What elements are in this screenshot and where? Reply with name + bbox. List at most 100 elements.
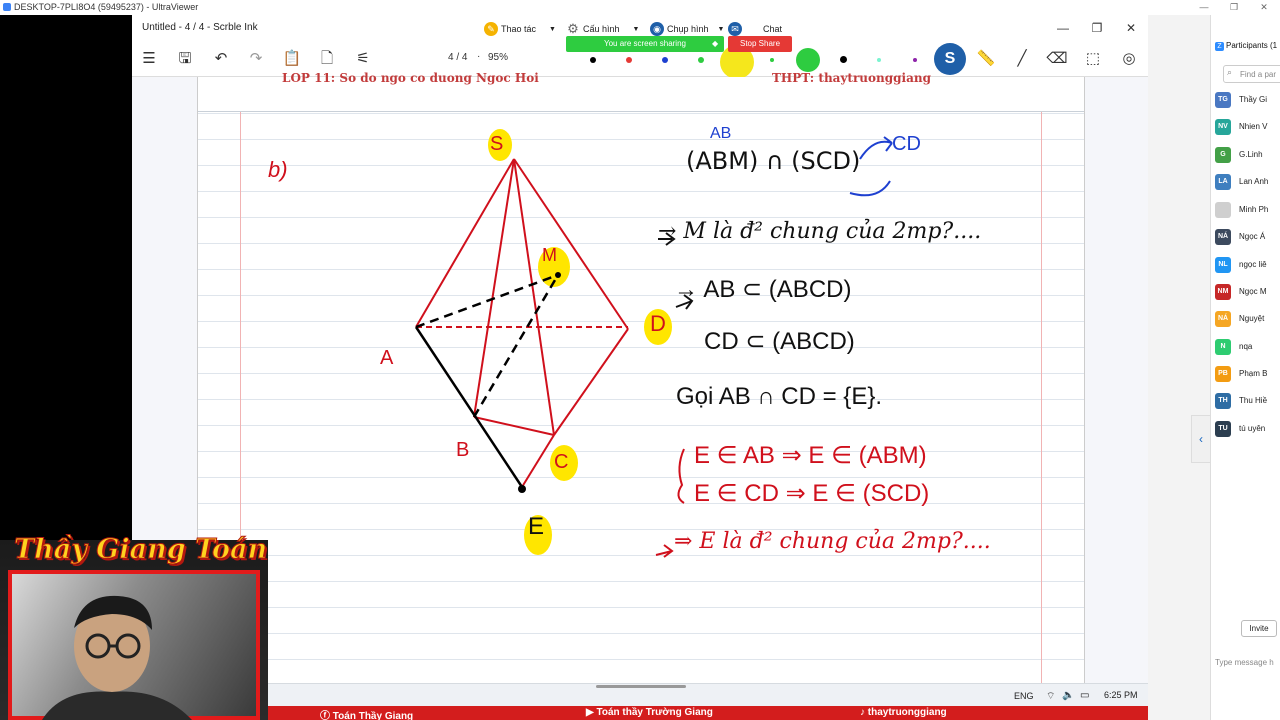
volume-icon[interactable]: 🔈	[1062, 690, 1074, 701]
whiteboard-canvas[interactable]: LOP 11: So do ngo co duong Ngoc Hoi THPT…	[197, 71, 1085, 695]
view-icon[interactable]: ◎	[1118, 48, 1140, 70]
note-line-2: → M là đ² chung của 2mp?....	[658, 219, 982, 244]
menu-thao-tac[interactable]: ✎ Thao tác ▼	[484, 19, 556, 39]
stop-share-button[interactable]: Stop Share	[728, 36, 792, 52]
youtube-label: Toán thầy Trường Giang	[596, 707, 713, 718]
new-page-icon[interactable]: 🗋	[316, 48, 338, 70]
select-area-icon[interactable]: ⬚	[1082, 48, 1104, 70]
wifi-icon[interactable]: ⌔	[1046, 690, 1055, 703]
channel-info-strip: ⓕ Toán Thầy Giang ▶ Toán thầy Trường Gia…	[268, 706, 1148, 720]
facebook-label: Toán Thầy Giang	[332, 711, 414, 720]
participant-name: Lan Anh	[1239, 177, 1269, 186]
part-label: b)	[268, 157, 288, 182]
vertex-D-label: D	[650, 311, 666, 336]
page-indicator: 4 / 4	[448, 52, 468, 63]
color-black-dot[interactable]	[590, 57, 596, 63]
color-red-dot[interactable]	[626, 57, 632, 63]
highlighter-green-dot[interactable]	[796, 48, 820, 72]
chat-icon: ✉	[728, 22, 742, 36]
participant-name: G.Linh	[1239, 150, 1263, 159]
color-purple-dot[interactable]	[913, 58, 917, 62]
remote-window-titlebar: DESKTOP-7PLI8O4 (59495237) - UltraViewer…	[0, 0, 1280, 15]
note-line-1: (ABM) ∩ (SCD)	[686, 147, 861, 175]
menu-label: Chụp hình	[667, 24, 709, 34]
collapse-panel-button[interactable]: ‹	[1191, 415, 1211, 463]
save-icon[interactable]: 🖫	[174, 48, 196, 70]
color-green-small-dot[interactable]	[770, 58, 774, 62]
vertex-M-label: M	[542, 245, 557, 265]
ruler-icon[interactable]: 📏	[975, 48, 997, 70]
participant-name: Nguyệt	[1239, 314, 1265, 323]
participant-name: Thu Hiề	[1239, 396, 1268, 405]
participant-name: Nhien V	[1239, 122, 1268, 131]
taskbar-handle	[596, 685, 686, 688]
remote-close-button[interactable]: ✕	[1250, 0, 1278, 15]
redo-icon[interactable]: ↷	[245, 48, 267, 70]
note-blue-right: CD	[892, 133, 921, 155]
participant-row[interactable]: PB Phạm B	[1215, 364, 1280, 384]
remote-maximize-button[interactable]: ❐	[1220, 0, 1248, 15]
maximize-button[interactable]: ❐	[1082, 18, 1112, 38]
language-indicator[interactable]: ENG	[1014, 691, 1034, 701]
participant-name: nqa	[1239, 342, 1253, 351]
chevron-down-icon: ▼	[632, 25, 640, 33]
participant-row[interactable]: NM Ngọc M	[1215, 282, 1280, 302]
battery-icon[interactable]: ▭	[1080, 690, 1089, 701]
note-line-3: → AB ⊂ (ABCD)	[674, 276, 852, 303]
participant-row[interactable]: NL ngọc liê	[1215, 255, 1280, 275]
eraser-icon[interactable]: ⌫	[1046, 48, 1068, 70]
menu-icon[interactable]: ☰	[138, 48, 160, 70]
participant-name: Phạm B	[1239, 369, 1268, 378]
participant-row[interactable]: Minh Ph	[1215, 200, 1280, 220]
participant-name: Ngọc M	[1239, 287, 1267, 296]
remote-minimize-button[interactable]: —	[1190, 0, 1218, 15]
board-header-left: LOP 11: So do ngo co duong Ngoc Hoi	[282, 71, 539, 85]
youtube-icon: ▶	[586, 707, 597, 718]
avatar: TH	[1215, 393, 1231, 409]
participant-row[interactable]: G G.Linh	[1215, 145, 1280, 165]
undo-icon[interactable]: ↶	[210, 48, 232, 70]
color-mint-dot[interactable]	[877, 58, 881, 62]
menu-label: Thao tác	[501, 24, 537, 34]
screen-share-label: You are screen sharing	[604, 39, 686, 48]
chat-message-input[interactable]: Type message h	[1215, 658, 1274, 667]
pencil-icon: ✎	[484, 22, 498, 36]
presenter-silhouette	[42, 595, 192, 720]
participants-title-text: Participants (1	[1226, 41, 1278, 50]
gear-icon: ⚙	[566, 21, 580, 36]
participant-row[interactable]: Nnqa	[1215, 337, 1280, 357]
avatar: NM	[1215, 284, 1231, 300]
youtube-link: ▶ Toán thầy Trường Giang	[586, 707, 713, 718]
participant-name: Minh Ph	[1239, 205, 1269, 214]
color-blue-dot[interactable]	[662, 57, 668, 63]
color-green-dot[interactable]	[698, 57, 704, 63]
participant-row[interactable]: TG Thầy Gi	[1215, 90, 1280, 110]
camera-icon: ◉	[650, 22, 664, 36]
tiktok-label: thaytruonggiang	[867, 707, 947, 718]
participant-row[interactable]: TH Thu Hiề	[1215, 391, 1280, 411]
paste-icon[interactable]: 📋	[281, 48, 303, 70]
zoom-level[interactable]: 95%	[488, 52, 508, 63]
shield-icon: ◆	[712, 39, 719, 48]
participants-title: Z Participants (1	[1215, 41, 1277, 51]
participant-row[interactable]: TU tú uyên	[1215, 419, 1280, 439]
participant-row[interactable]: LA Lan Anh	[1215, 172, 1280, 192]
screen-share-bar: You are screen sharing ◆ Stop Share	[566, 36, 792, 52]
line-tool-icon[interactable]: ╱	[1011, 48, 1033, 70]
facebook-link: ⓕ Toán Thầy Giang	[320, 707, 413, 720]
participant-row[interactable]: NÁ Nguyệt	[1215, 309, 1280, 329]
color-black-dot-2[interactable]	[840, 56, 847, 63]
participant-row[interactable]: NÁ Ngọc Á	[1215, 227, 1280, 247]
minimize-button[interactable]: —	[1048, 18, 1078, 38]
participant-row[interactable]: NV Nhien V	[1215, 117, 1280, 137]
vertex-S-label: S	[490, 133, 504, 155]
close-button[interactable]: ✕	[1116, 18, 1146, 38]
vertex-A-label: A	[380, 347, 394, 369]
search-icon: ⌕	[1227, 67, 1233, 77]
lasso-select-icon[interactable]: S	[934, 43, 966, 75]
note-line-8: ⇒ E là đ² chung của 2mp?....	[674, 529, 991, 554]
right-panel: ‹ Z Participants (1 Find a par ⌕ TG Thầy G…	[1148, 15, 1280, 720]
invite-button[interactable]: Invite	[1241, 620, 1277, 637]
avatar: G	[1215, 147, 1231, 163]
settings-sliders-icon[interactable]: ⚟	[352, 48, 374, 70]
